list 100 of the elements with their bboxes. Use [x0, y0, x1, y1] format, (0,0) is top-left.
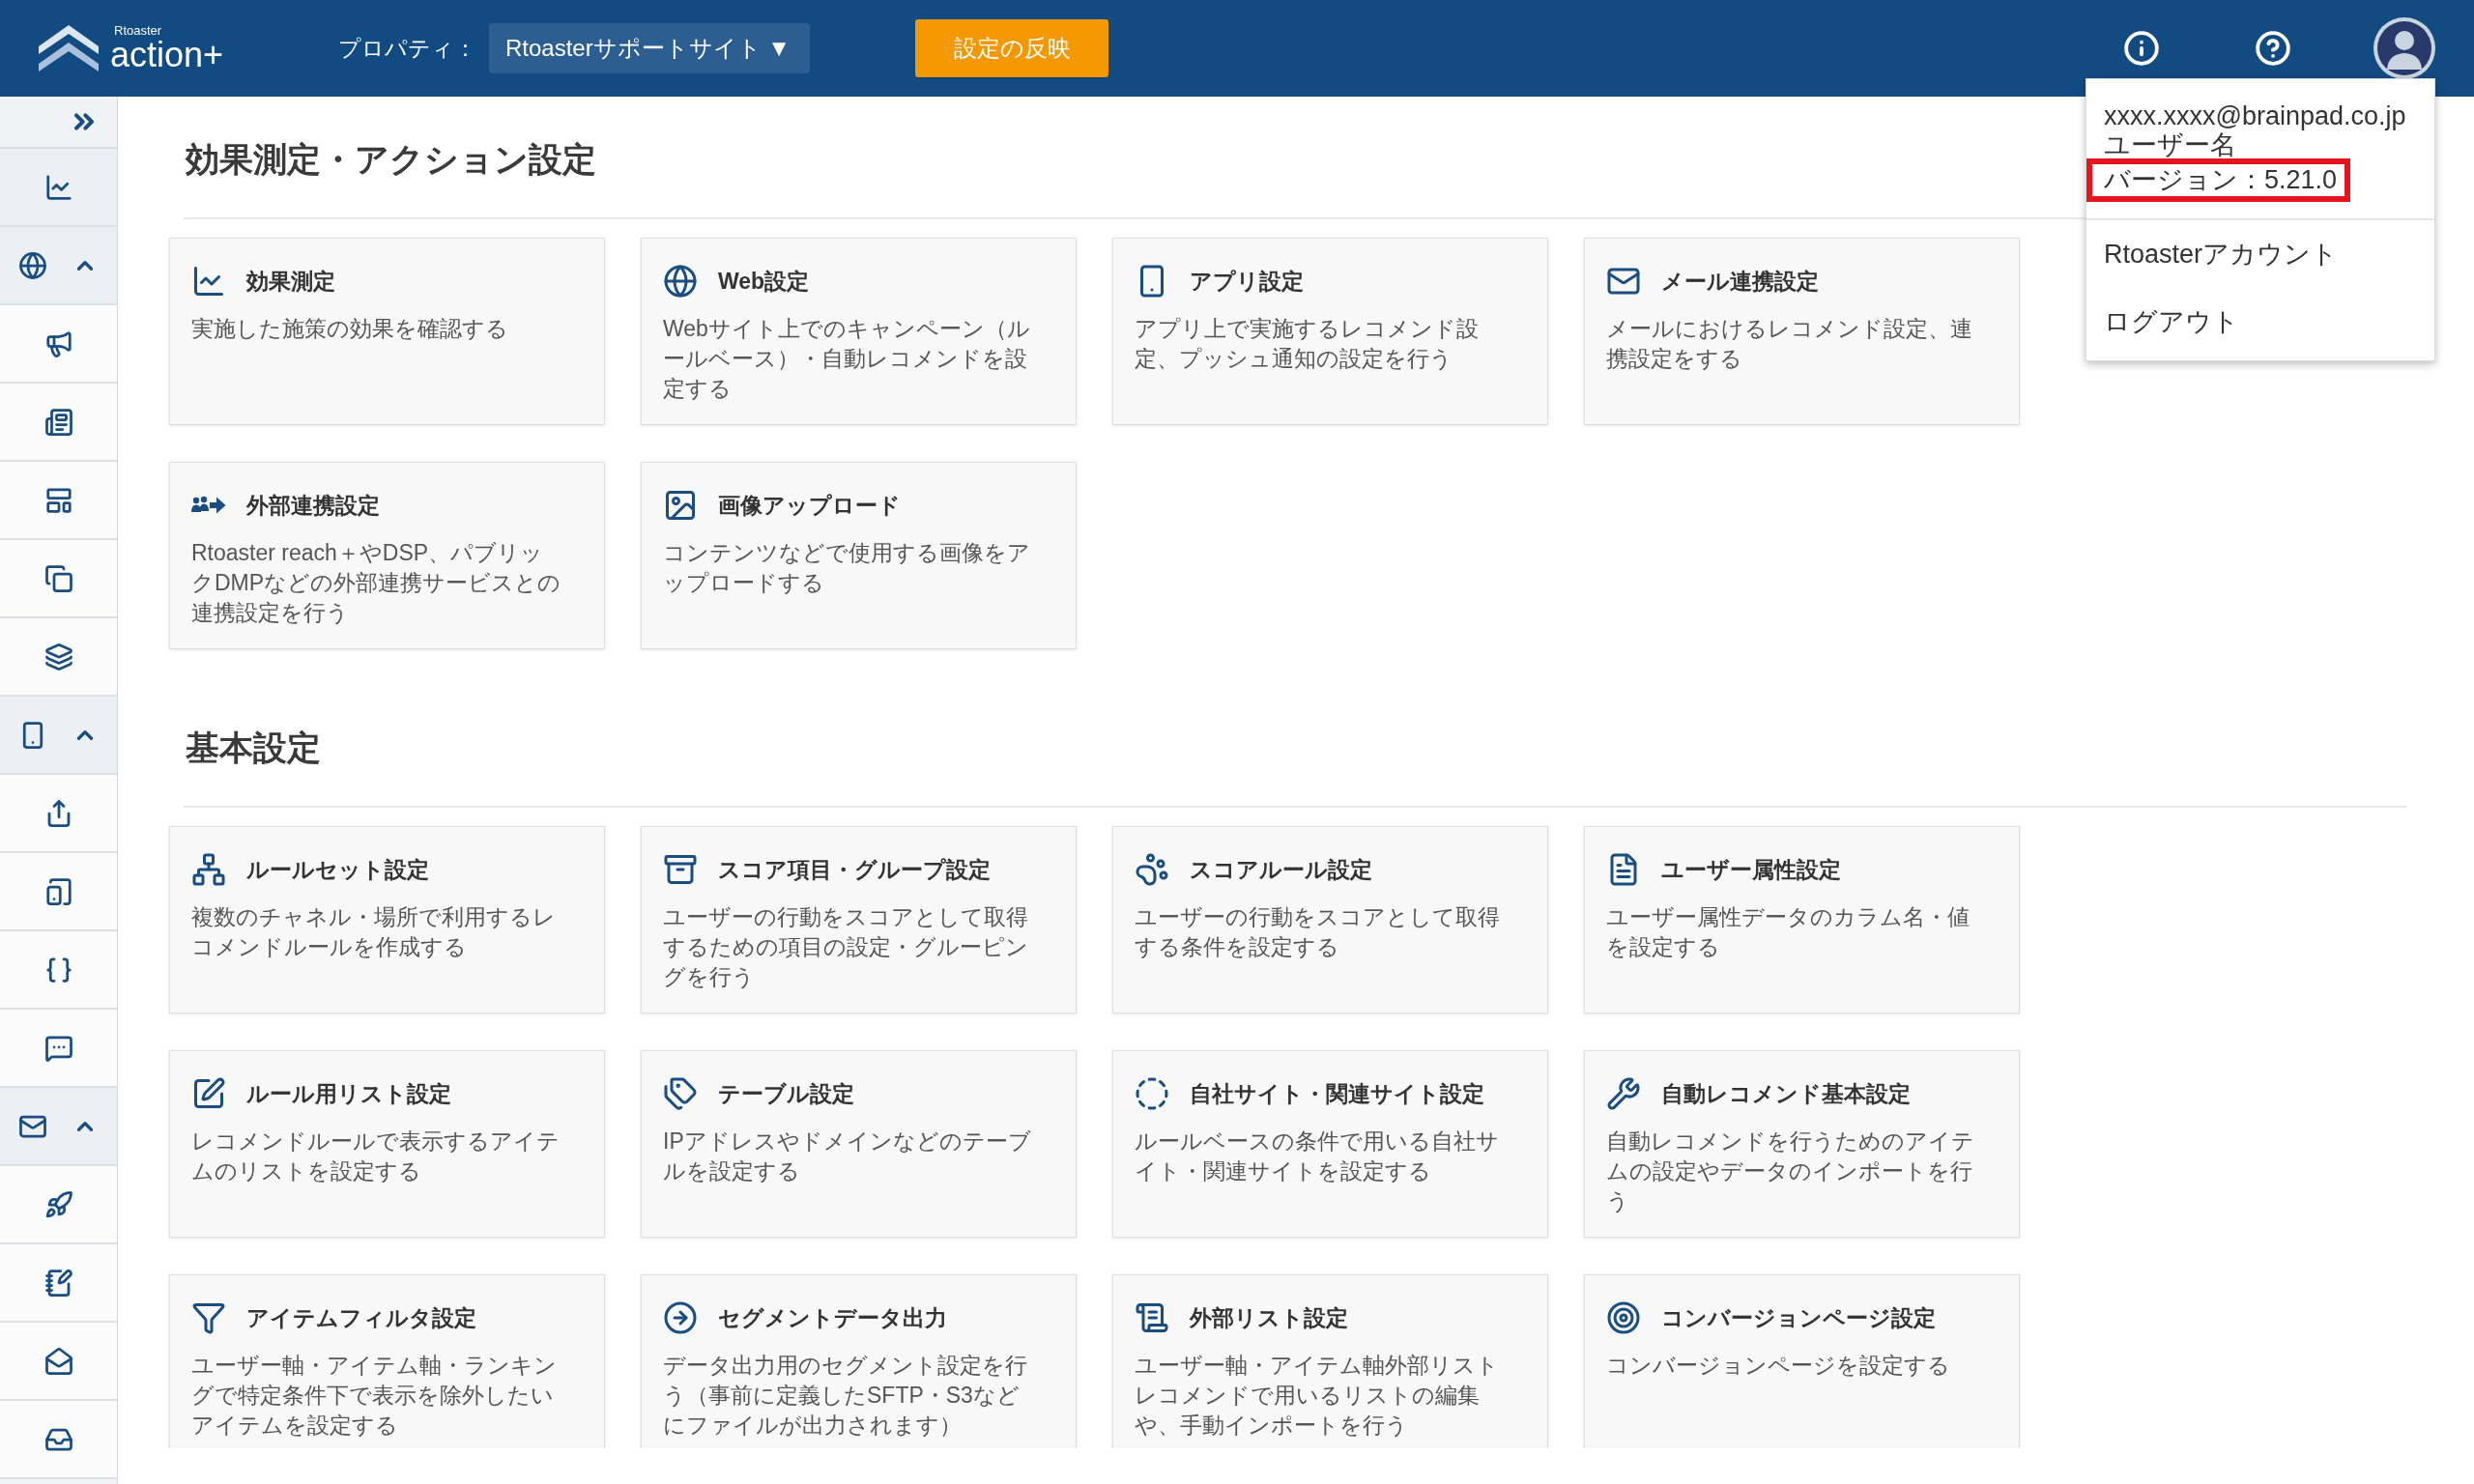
- card-description: アプリ上で実施するレコメンド設定、プッシュ通知の設定を行う: [1135, 315, 1480, 373]
- card-title: Web設定: [718, 268, 810, 296]
- newspaper-icon: [43, 407, 73, 437]
- user-name: ユーザー名: [2104, 131, 2237, 158]
- notebook-pen-icon: [43, 1268, 73, 1298]
- sidebar-item[interactable]: [0, 1244, 117, 1323]
- settings-card[interactable]: 外部連携設定 Rtoaster reach＋やDSP、パブリックDMPなどの外部連携サービスとの連携設定を行う: [169, 462, 605, 649]
- globe-icon: [18, 250, 47, 280]
- open-envelope-icon: [43, 1346, 73, 1376]
- copy-icon: [43, 563, 73, 593]
- sidebar-group[interactable]: [0, 697, 117, 775]
- tags-icon: [663, 1076, 698, 1111]
- logo-product: action+: [110, 38, 224, 72]
- card-description: コンテンツなどで使用する画像をアップロードする: [663, 539, 1031, 597]
- card-description: ルールベースの条件で用いる自社サイト・関連サイトを設定する: [1135, 1127, 1500, 1185]
- card-description: ユーザーの行動をスコアとして取得する条件を設定する: [1135, 903, 1501, 961]
- card-title: テーブル設定: [718, 1080, 854, 1108]
- funnel-icon: [191, 1300, 226, 1335]
- pen-square-icon: [191, 1076, 226, 1111]
- user-email: xxxx.xxxx@brainpad.co.jp: [2104, 100, 2407, 131]
- sidebar-item[interactable]: [0, 853, 117, 931]
- card-title: ルールセット設定: [246, 856, 429, 884]
- card-title: アプリ設定: [1190, 268, 1304, 296]
- card-description: ユーザー属性データのカラム名・値を設定する: [1606, 903, 1971, 961]
- sidebar-item[interactable]: [0, 618, 117, 697]
- logo-icon: [39, 25, 99, 71]
- settings-card[interactable]: メール連携設定 メールにおけるレコメンド設定、連携設定をする: [1584, 238, 2020, 425]
- megaphone-icon: [43, 328, 73, 358]
- layers-icon: [43, 642, 73, 671]
- card-title: 自社サイト・関連サイト設定: [1190, 1080, 1484, 1108]
- card-title: メール連携設定: [1661, 268, 1819, 296]
- paw-print-icon: [1135, 852, 1169, 887]
- card-title: 効果測定: [246, 268, 335, 296]
- sidebar-item[interactable]: [0, 305, 117, 384]
- chat-bubble-icon: [43, 1033, 73, 1063]
- card-description: ユーザー軸・アイテム軸外部リストレコメンドで用いるリストの編集や、手動インポートを行う: [1135, 1352, 1500, 1440]
- target-icon: [1606, 1300, 1641, 1335]
- settings-card[interactable]: 外部リスト設定 ユーザー軸・アイテム軸外部リストレコメンドで用いるリストの編集や、手動インポートを行う: [1112, 1274, 1548, 1448]
- settings-card[interactable]: スコア項目・グループ設定 ユーザーの行動をスコアとして取得するための項目の設定・グルーピングを行う: [641, 826, 1077, 1013]
- sidebar-item[interactable]: [0, 1401, 117, 1479]
- settings-card[interactable]: アイテムフィルタ設定 ユーザー軸・アイテム軸・ランキングで特定条件下で表示を除外したいアイテムを設定する: [169, 1274, 605, 1448]
- avatar-icon[interactable]: [2373, 17, 2435, 79]
- help-icon[interactable]: [2255, 30, 2291, 67]
- card-description: メールにおけるレコメンド設定、連携設定をする: [1606, 315, 1973, 373]
- hierarchy-icon: [191, 852, 226, 887]
- settings-card[interactable]: 画像アップロード コンテンツなどで使用する画像をアップロードする: [641, 462, 1077, 649]
- card-title: ルール用リスト設定: [246, 1080, 451, 1108]
- menu-item[interactable]: Rtoasterアカウント: [2086, 220, 2434, 288]
- card-title: ユーザー属性設定: [1661, 856, 1841, 884]
- settings-card[interactable]: ルール用リスト設定 レコメンドルールで表示するアイテムのリストを設定する: [169, 1050, 605, 1238]
- card-title: 自動レコメンド基本設定: [1661, 1080, 1911, 1108]
- card-description: Webサイト上でのキャンペーン（ルールベース）・自動レコメンドを設定する: [663, 315, 1031, 403]
- menu-item[interactable]: ログアウト: [2086, 288, 2434, 356]
- card-title: 画像アップロード: [718, 492, 901, 520]
- settings-card[interactable]: セグメントデータ出力 データ出力用のセグメント設定を行う（事前に定義したSFTP・S3などにファイルが出力されます）: [641, 1274, 1077, 1448]
- card-description: Rtoaster reach＋やDSP、パブリックDMPなどの外部連携サービスとの連携設定を行う: [191, 539, 562, 627]
- sidebar-item[interactable]: [0, 1166, 117, 1244]
- card-description: ユーザーの行動をスコアとして取得するための項目の設定・グルーピングを行う: [663, 903, 1029, 991]
- sidebar-item[interactable]: [0, 1010, 117, 1088]
- sidebar-item[interactable]: [0, 540, 117, 618]
- version-label: バージョン：5.21.0: [2086, 158, 2351, 202]
- sidebar-item[interactable]: [0, 384, 117, 462]
- settings-card[interactable]: 自社サイト・関連サイト設定 ルールベースの条件で用いる自社サイト・関連サイトを設定する: [1112, 1050, 1548, 1238]
- people-arrow-icon: [191, 495, 226, 516]
- info-icon[interactable]: [2123, 30, 2160, 67]
- section-heading: 効果測定・アクション設定: [186, 139, 596, 180]
- sidebar-group[interactable]: [0, 1088, 117, 1166]
- settings-card[interactable]: Web設定 Webサイト上でのキャンペーン（ルールベース）・自動レコメンドを設定する: [641, 238, 1077, 425]
- settings-card[interactable]: テーブル設定 IPアドレスやドメインなどのテーブルを設定する: [641, 1050, 1077, 1238]
- card-title: スコア項目・グループ設定: [718, 856, 991, 884]
- card-description: 実施した施策の効果を確認する: [191, 315, 509, 343]
- settings-card[interactable]: コンバージョンページ設定 コンバージョンページを設定する: [1584, 1274, 2020, 1448]
- section-heading: 基本設定: [186, 728, 321, 768]
- wrench-icon: [1606, 1076, 1641, 1111]
- property-label: プロパティ：: [338, 34, 476, 63]
- card-description: ユーザー軸・アイテム軸・ランキングで特定条件下で表示を除外したいアイテムを設定する: [191, 1352, 558, 1440]
- line-chart-icon: [43, 172, 73, 202]
- dashed-circle-icon: [1135, 1076, 1169, 1111]
- card-description: コンバージョンページを設定する: [1606, 1352, 1951, 1380]
- sidebar-item[interactable]: [0, 462, 117, 540]
- card-description: データ出力用のセグメント設定を行う（事前に定義したSFTP・S3などにファイルが出力されます）: [663, 1352, 1028, 1440]
- card-description: 複数のチャネル・場所で利用するレコメンドルールを作成する: [191, 903, 557, 961]
- globe-icon: [663, 264, 698, 299]
- sidebar-item[interactable]: [0, 1323, 117, 1401]
- settings-card[interactable]: スコアルール設定 ユーザーの行動をスコアとして取得する条件を設定する: [1112, 826, 1548, 1013]
- logo-brand: Rtoaster: [113, 24, 163, 38]
- settings-card[interactable]: 自動レコメンド基本設定 自動レコメンドを行うためのアイテムの設定やデータのインポートを行う: [1584, 1050, 2020, 1238]
- card-title: 外部リスト設定: [1190, 1304, 1348, 1332]
- settings-card[interactable]: ルールセット設定 複数のチャネル・場所で利用するレコメンドルールを作成する: [169, 826, 605, 1013]
- property-select[interactable]: Rtoasterサポートサイト ▼: [489, 23, 810, 73]
- settings-card[interactable]: ユーザー属性設定 ユーザー属性データのカラム名・値を設定する: [1584, 826, 2020, 1013]
- settings-card[interactable]: アプリ設定 アプリ上で実施するレコメンド設定、プッシュ通知の設定を行う: [1112, 238, 1548, 425]
- rocket-icon: [43, 1189, 73, 1219]
- archive-box-icon: [663, 852, 698, 887]
- line-chart-icon: [191, 264, 226, 299]
- scroll-icon: [1135, 1300, 1169, 1335]
- settings-card[interactable]: 効果測定 実施した施策の効果を確認する: [169, 238, 605, 425]
- card-title: 外部連携設定: [246, 492, 380, 520]
- image-icon: [663, 488, 698, 523]
- sidebar-group[interactable]: [0, 227, 117, 305]
